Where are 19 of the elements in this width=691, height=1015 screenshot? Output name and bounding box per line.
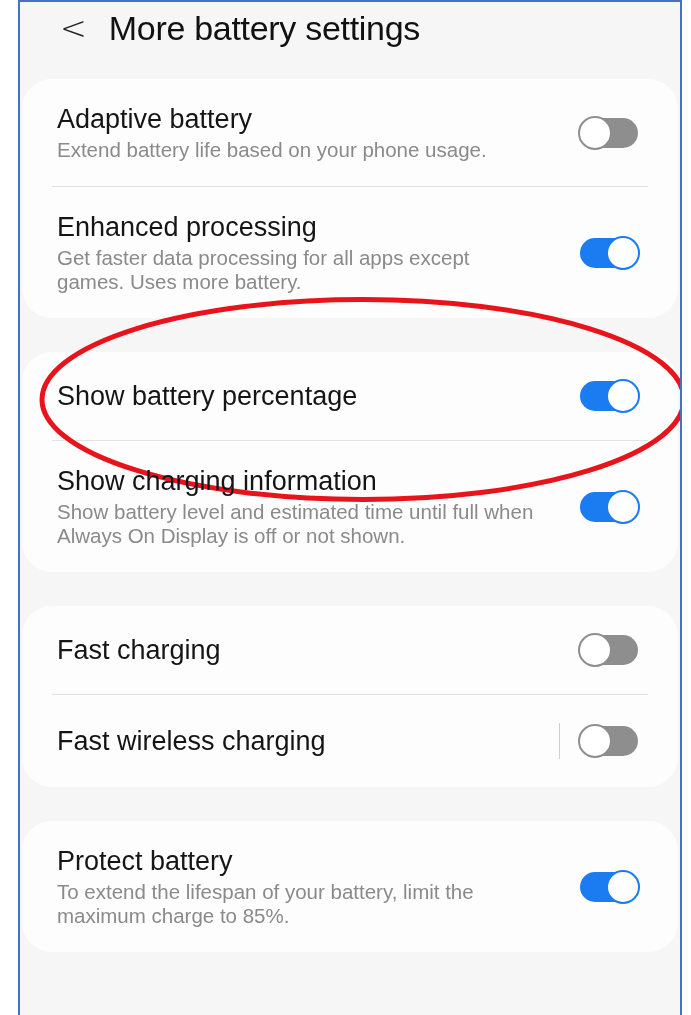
toggle-switch[interactable] (580, 491, 638, 522)
page-title: More battery settings (108, 8, 420, 48)
back-button[interactable]: < (60, 8, 87, 48)
toggle-switch[interactable] (580, 726, 638, 756)
toggle-switch[interactable] (580, 117, 638, 148)
toggle-switch[interactable] (580, 381, 638, 411)
setting-title: Adaptive battery (57, 103, 254, 135)
toggle-switch[interactable] (580, 871, 638, 902)
setting-title: Show battery percentage (57, 380, 359, 412)
setting-title: Protect battery (57, 845, 234, 877)
setting-description: To extend the lifespan of your battery, limit the maximum charge to 85%. (57, 880, 475, 928)
setting-title: Fast wireless charging (57, 725, 327, 757)
setting-title: Fast charging (57, 634, 222, 666)
setting-description: Extend battery life based on your phone usage. (57, 138, 488, 162)
setting-title: Enhanced processing (57, 211, 318, 243)
toggle-switch[interactable] (580, 635, 638, 665)
setting-description: Get faster data processing for all apps except games. Uses more battery. (57, 246, 471, 294)
setting-description: Show battery level and estimated time until full when Always On Display is off or not shown. (57, 500, 535, 548)
toggle-switch[interactable] (580, 237, 638, 268)
